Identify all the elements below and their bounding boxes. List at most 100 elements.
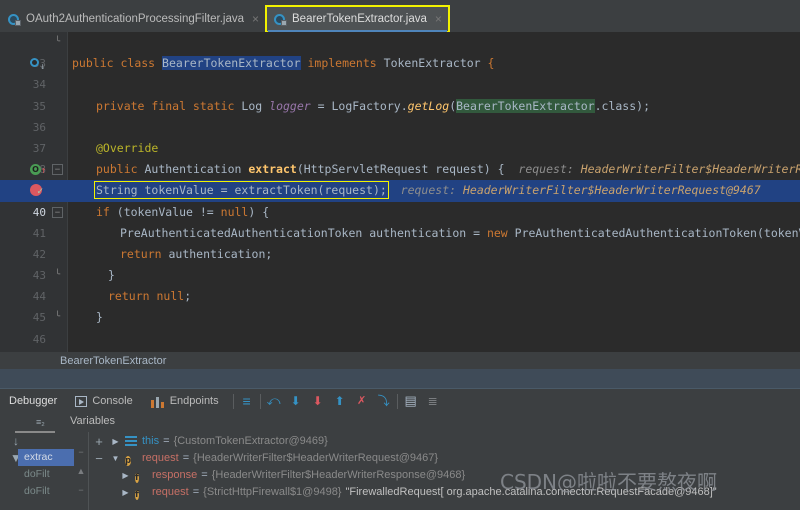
expand-twisty[interactable]: ▶	[110, 433, 121, 450]
fold-marker[interactable]	[52, 58, 63, 69]
tab-endpoints[interactable]: Endpoints	[142, 389, 228, 413]
equals-sign: =	[192, 486, 200, 498]
arrow-up-icon: ↑	[41, 166, 47, 177]
tab-debugger[interactable]: Debugger	[0, 389, 66, 413]
sort-icon[interactable]: ↓	[13, 435, 19, 447]
variable-row-response[interactable]: ▶ f response = {HeaderWriterFilter$Heade…	[92, 467, 800, 484]
code-line: 43 return authentication;	[0, 244, 800, 282]
kw-public: public	[72, 56, 114, 71]
method-params: (HttpServletRequest request) {	[296, 162, 505, 177]
variable-name: this	[142, 435, 160, 447]
editor-tab-oauth2filter[interactable]: OAuth2AuthenticationProcessingFilter.jav…	[0, 6, 266, 32]
kw-if: if	[96, 204, 110, 219]
frame-item[interactable]: extrac	[18, 449, 74, 466]
code-text: @Override	[96, 138, 158, 159]
close-icon[interactable]: ×	[252, 13, 259, 25]
kw-return: return	[108, 289, 150, 304]
variable-row-inner-request[interactable]: ▶ f request = {StrictHttpFirewall$1@9498…	[92, 484, 800, 501]
ide-window: OAuth2AuthenticationProcessingFilter.jav…	[0, 0, 800, 510]
overriding-method-icon[interactable]: O	[30, 164, 41, 176]
equals-sign: =	[182, 452, 190, 464]
variable-value: {CustomTokenExtractor@9469}	[173, 435, 328, 447]
editor-splitter[interactable]	[0, 369, 800, 389]
code-text: }	[96, 310, 103, 325]
editor-tab-bar: OAuth2AuthenticationProcessingFilter.jav…	[0, 0, 800, 33]
condition: (tokenValue !=	[109, 204, 221, 219]
frame-item[interactable]: doFilt	[18, 483, 74, 500]
fold-marker[interactable]: ╰	[52, 37, 63, 48]
editor-tab-bearertokenextractor[interactable]: BearerTokenExtractor.java ×	[265, 5, 450, 33]
frame-item[interactable]: doFilt	[18, 466, 74, 483]
collapse-icon[interactable]: −	[78, 447, 83, 457]
show-execution-point-icon[interactable]: ≡	[239, 393, 255, 409]
force-step-into-icon[interactable]: ⬇	[310, 393, 326, 409]
panel-divider	[88, 432, 89, 510]
kw-null: null	[220, 204, 249, 219]
code-text: public class BearerTokenExtractor implem…	[72, 53, 494, 74]
brace: {	[487, 56, 495, 71]
code-line: 47	[0, 329, 800, 350]
debugger-panel: ≡₂ Variables ↓ ▼ extrac doFilt doFilt − …	[0, 413, 800, 510]
drop-frame-icon[interactable]: ✗	[354, 393, 370, 409]
close-icon[interactable]: ×	[435, 13, 442, 25]
variable-row-this[interactable]: + ▶ this = {CustomTokenExtractor@9469}	[92, 433, 800, 450]
kw-public: public	[96, 162, 138, 177]
fold-marker[interactable]: ╰	[52, 270, 63, 281]
evaluate-expression-icon[interactable]: ▤	[403, 393, 419, 409]
inline-hint-label: request:	[518, 162, 574, 177]
collapse-twisty[interactable]: ▼	[110, 450, 121, 467]
code-editor[interactable]: 33 ╰ 34 ↓ public class BearerTokenExtrac…	[0, 32, 800, 352]
variable-row-request[interactable]: − ▼ p request = {HeaderWriterFilter$Head…	[92, 450, 800, 467]
tab-label: Endpoints	[169, 395, 219, 407]
variables-title: Variables	[70, 415, 116, 427]
expand-twisty[interactable]: ▶	[120, 484, 131, 501]
field-icon: f	[135, 490, 139, 500]
kw-class: class	[120, 56, 156, 71]
add-watch-icon[interactable]: +	[92, 433, 106, 450]
frames-layout-icon[interactable]: ≡₂	[36, 417, 62, 428]
fold-marker[interactable]: −	[52, 206, 63, 218]
breadcrumb[interactable]: BearerTokenExtractor	[0, 352, 800, 369]
variable-value: {HeaderWriterFilter$HeaderWriterRequest@…	[193, 452, 439, 464]
panel-header: ≡₂ Variables	[0, 413, 800, 432]
toolbar-separator	[232, 393, 234, 409]
code-line: 34 ↓ public class BearerTokenExtractor i…	[0, 53, 800, 91]
inline-hint-label: request:	[400, 183, 457, 198]
class-name: BearerTokenExtractor	[162, 56, 301, 71]
implemented-marker-icon[interactable]	[30, 58, 39, 68]
class-literal-tail: .class);	[594, 98, 650, 113]
code-line: 35	[0, 74, 800, 113]
step-out-icon[interactable]: ⬆	[332, 393, 348, 409]
code-text: public Authentication extract(HttpServle…	[96, 159, 800, 180]
frames-scroll-controls[interactable]: − ▲ −	[74, 435, 88, 510]
kw-modifiers: private final static	[96, 98, 235, 113]
code-text: if (tokenValue != null) {	[96, 202, 269, 223]
endpoints-icon	[150, 395, 165, 408]
debugger-toolbar: Debugger Console Endpoints ≡ ⤺ ⬇ ⬇ ⬆ ✗ ⤵…	[0, 389, 800, 413]
frames-list[interactable]: extrac doFilt doFilt	[18, 449, 74, 510]
step-over-icon[interactable]: ⤺	[266, 393, 282, 409]
annotation-override: @Override	[96, 140, 159, 155]
kw-implements: implements	[307, 56, 377, 71]
variables-tree[interactable]: + ▶ this = {CustomTokenExtractor@9469} −…	[92, 433, 800, 510]
method-getlog: getLog	[407, 98, 450, 113]
scroll-down-icon[interactable]: −	[78, 485, 83, 495]
fold-marker[interactable]: ╰	[52, 312, 63, 323]
step-into-icon[interactable]: ⬇	[288, 393, 304, 409]
layout-settings-icon[interactable]: ≣	[425, 393, 441, 409]
breakpoint-icon[interactable]: ✓	[30, 184, 44, 197]
code-text: private final static Log logger = LogFac…	[96, 98, 650, 113]
fold-marker[interactable]: −	[52, 164, 63, 176]
code-line: 42 PreAuthenticatedAuthenticationToken a…	[0, 223, 800, 261]
remove-watch-icon[interactable]: −	[92, 450, 106, 467]
breadcrumb-label: BearerTokenExtractor	[60, 354, 167, 367]
expand-twisty[interactable]: ▶	[120, 467, 131, 484]
method-extract: extract	[248, 162, 297, 177]
run-to-cursor-icon[interactable]: ⤵	[376, 393, 392, 409]
interface-name: TokenExtractor	[383, 56, 481, 71]
scroll-up-icon[interactable]: ▲	[77, 466, 86, 476]
equals-sign: =	[163, 435, 170, 447]
tab-console[interactable]: Console	[66, 389, 141, 413]
editor-tab-label: OAuth2AuthenticationProcessingFilter.jav…	[26, 13, 244, 25]
field-icon: f	[135, 473, 139, 483]
